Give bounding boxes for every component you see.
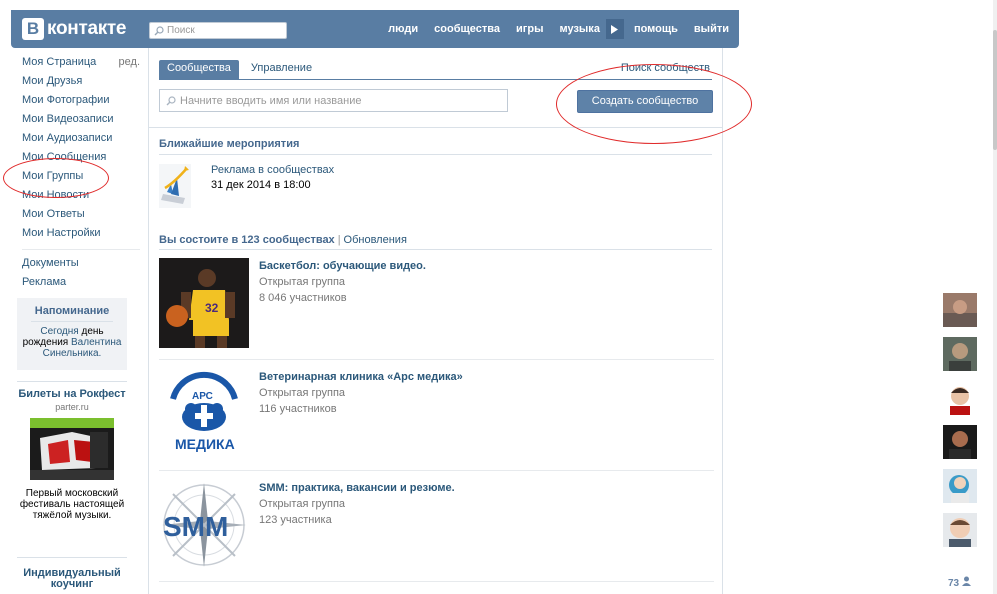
scrollbar-thumb[interactable] (993, 30, 997, 150)
menu-my-messages[interactable]: Мои Сообщения (22, 150, 140, 169)
events-section-title: Ближайшие мероприятия (159, 138, 300, 150)
logo-letter: В (22, 18, 44, 40)
nav-people[interactable]: люди (388, 23, 418, 35)
online-friends (943, 293, 979, 557)
top-header: В контакте Поиск люди сообщества игры му… (11, 10, 739, 48)
search-icon (154, 25, 164, 35)
event-ad-icon[interactable] (159, 164, 191, 208)
tab-management[interactable]: Управление (243, 60, 320, 79)
nav-games[interactable]: игры (516, 23, 543, 35)
groups-count-text: Вы состоите в 123 сообществах (159, 234, 335, 246)
menu-ads[interactable]: Реклама (22, 275, 140, 294)
menu-my-photos[interactable]: Мои Фотографии (22, 93, 140, 112)
updates-link[interactable]: Обновления (344, 234, 407, 246)
person-icon (961, 576, 971, 586)
vk-logo[interactable]: В контакте (22, 17, 127, 41)
friends-count-number: 73 (948, 578, 960, 589)
menu-my-videos[interactable]: Мои Видеозаписи (22, 112, 140, 131)
group-members: 123 участника (259, 514, 332, 526)
menu-label: Моя Страница (22, 56, 97, 68)
edit-link[interactable]: ред. (119, 55, 140, 69)
today-link[interactable]: Сегодня (40, 326, 78, 337)
svg-text:SMM: SMM (163, 511, 228, 542)
divider (159, 79, 712, 80)
group-type: Открытая группа (259, 276, 346, 288)
tabs: Сообщества Управление (159, 60, 320, 79)
group-avatar[interactable]: SMM (159, 480, 249, 570)
menu-my-news[interactable]: Мои Новости (22, 188, 140, 207)
divider (149, 127, 722, 128)
friend-avatar[interactable] (943, 381, 977, 415)
ad-title[interactable]: Билеты на Рокфест (17, 389, 127, 400)
group-name-link[interactable]: Баскетбол: обучающие видео. (259, 260, 426, 272)
left-menu: Моя Страница ред. Мои Друзья Мои Фотограф… (22, 55, 140, 294)
search-communities-link[interactable]: Поиск сообществ (621, 62, 710, 74)
menu-my-friends[interactable]: Мои Друзья (22, 74, 140, 93)
group-type: Открытая группа (259, 387, 346, 399)
list-item: SMM SMM: практика, вакансии и резюме. От… (159, 480, 714, 590)
menu-my-settings[interactable]: Мои Настройки (22, 226, 140, 245)
reminder-title: Напоминание (34, 305, 110, 317)
list-item: 32 Баскетбол: обучающие видео. Открытая … (159, 258, 714, 368)
tab-communities[interactable]: Сообщества (159, 60, 239, 79)
nav-logout[interactable]: выйти (694, 23, 729, 35)
divider (159, 470, 714, 471)
create-community-button[interactable]: Создать сообщество (577, 90, 713, 113)
main-content: Сообщества Управление Поиск сообществ На… (148, 48, 723, 594)
menu-divider (22, 249, 140, 250)
birthday-reminder: Напоминание Сегодня день рождения Валент… (17, 298, 127, 370)
menu-my-groups[interactable]: Мои Группы (22, 169, 140, 188)
logo-text: контакте (47, 18, 127, 39)
ad-description: Первый московский фестиваль настоящей тя… (19, 488, 125, 521)
music-play-icon[interactable] (605, 19, 624, 39)
divider (159, 581, 714, 582)
menu-my-page[interactable]: Моя Страница ред. (22, 55, 140, 74)
group-name-link[interactable]: Ветеринарная клиника «Арс медика» (259, 371, 463, 383)
scrollbar[interactable] (993, 0, 997, 594)
divider (159, 359, 714, 360)
svg-text:32: 32 (205, 301, 219, 315)
group-members: 116 участников (259, 403, 337, 415)
group-members: 8 046 участников (259, 292, 347, 304)
groups-count-title: Вы состоите в 123 сообществах | Обновления (159, 234, 407, 246)
search-icon (166, 95, 176, 105)
divider (17, 557, 127, 558)
friend-avatar[interactable] (943, 469, 977, 503)
group-search-input[interactable]: Начните вводить имя или название (159, 89, 508, 112)
nav-music[interactable]: музыка (559, 23, 599, 35)
svg-text:МЕДИКА: МЕДИКА (175, 436, 235, 452)
nav-communities[interactable]: сообщества (434, 23, 500, 35)
menu-my-audio[interactable]: Мои Аудиозаписи (22, 131, 140, 150)
ad-image[interactable] (30, 418, 114, 480)
friend-avatar[interactable] (943, 425, 977, 459)
friend-avatar[interactable] (943, 337, 977, 371)
friend-avatar[interactable] (943, 293, 977, 327)
divider (159, 154, 712, 155)
header-search-placeholder: Поиск (167, 25, 195, 36)
group-avatar[interactable]: 32 (159, 258, 249, 348)
ad-block[interactable]: Билеты на Рокфест parter.ru Первый моско… (17, 389, 127, 522)
reminder-text: Сегодня день рождения Валентина Синельни… (17, 326, 127, 359)
friends-count[interactable]: 73 (948, 576, 971, 589)
list-item: АРС МЕДИКА Ветеринарная клиника «Арс мед… (159, 369, 714, 479)
divider (17, 381, 127, 382)
group-search-placeholder: Начните вводить имя или название (180, 94, 362, 107)
event-name-link[interactable]: Реклама в сообществах (211, 164, 334, 176)
group-avatar[interactable]: АРС МЕДИКА (159, 369, 249, 459)
nav-help[interactable]: помощь (634, 23, 678, 35)
group-name-link[interactable]: SMM: практика, вакансии и резюме. (259, 482, 455, 494)
group-type: Открытая группа (259, 498, 346, 510)
svg-text:АРС: АРС (192, 391, 213, 402)
ad-title[interactable]: Индивидуальный коучинг (17, 568, 127, 590)
event-date: 31 дек 2014 в 18:00 (211, 179, 311, 191)
divider (31, 321, 113, 322)
menu-my-answers[interactable]: Мои Ответы (22, 207, 140, 226)
header-search-input[interactable]: Поиск (149, 22, 287, 39)
ad-domain: parter.ru (55, 402, 89, 412)
friend-avatar[interactable] (943, 513, 977, 547)
menu-documents[interactable]: Документы (22, 256, 140, 275)
top-navigation: люди сообщества игры музыка помощь выйти (372, 10, 729, 48)
divider (159, 249, 712, 250)
